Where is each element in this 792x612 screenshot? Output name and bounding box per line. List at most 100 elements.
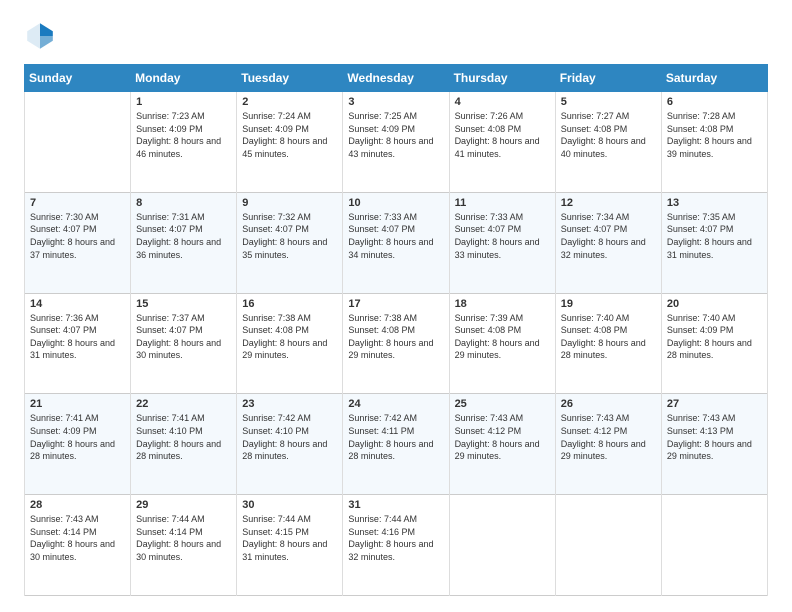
day-number: 26: [561, 398, 656, 410]
day-cell: 7 Sunrise: 7:30 AMSunset: 4:07 PMDaylight…: [25, 192, 131, 293]
week-row-5: 28 Sunrise: 7:43 AMSunset: 4:14 PMDayligh…: [25, 495, 768, 596]
day-info: Sunrise: 7:37 AMSunset: 4:07 PMDaylight:…: [136, 312, 231, 362]
day-number: 15: [136, 298, 231, 310]
day-info: Sunrise: 7:35 AMSunset: 4:07 PMDaylight:…: [667, 211, 762, 261]
day-info: Sunrise: 7:33 AMSunset: 4:07 PMDaylight:…: [348, 211, 443, 261]
day-info: Sunrise: 7:28 AMSunset: 4:08 PMDaylight:…: [667, 110, 762, 160]
logo-icon: [24, 20, 56, 52]
day-number: 5: [561, 96, 656, 108]
page: Sunday Monday Tuesday Wednesday Thursday…: [0, 0, 792, 612]
day-number: 10: [348, 197, 443, 209]
day-info: Sunrise: 7:40 AMSunset: 4:08 PMDaylight:…: [561, 312, 656, 362]
day-cell: 25 Sunrise: 7:43 AMSunset: 4:12 PMDayligh…: [449, 394, 555, 495]
day-info: Sunrise: 7:36 AMSunset: 4:07 PMDaylight:…: [30, 312, 125, 362]
day-number: 19: [561, 298, 656, 310]
day-cell: 4 Sunrise: 7:26 AMSunset: 4:08 PMDaylight…: [449, 92, 555, 193]
day-cell: [25, 92, 131, 193]
day-cell: 11Sunrise: 7:33 AMSunset: 4:07 PMDayligh…: [449, 192, 555, 293]
day-number: 2: [242, 96, 337, 108]
day-cell: 6 Sunrise: 7:28 AMSunset: 4:08 PMDaylight…: [661, 92, 767, 193]
header: [24, 20, 768, 52]
header-wednesday: Wednesday: [343, 65, 449, 92]
day-number: 14: [30, 298, 125, 310]
day-info: Sunrise: 7:43 AMSunset: 4:12 PMDaylight:…: [455, 412, 550, 462]
day-info: Sunrise: 7:43 AMSunset: 4:12 PMDaylight:…: [561, 412, 656, 462]
day-info: Sunrise: 7:32 AMSunset: 4:07 PMDaylight:…: [242, 211, 337, 261]
day-info: Sunrise: 7:38 AMSunset: 4:08 PMDaylight:…: [348, 312, 443, 362]
day-number: 7: [30, 197, 125, 209]
logo: [24, 20, 60, 52]
day-cell: [661, 495, 767, 596]
day-number: 17: [348, 298, 443, 310]
day-cell: 1Sunrise: 7:23 AMSunset: 4:09 PMDaylight…: [131, 92, 237, 193]
header-saturday: Saturday: [661, 65, 767, 92]
header-sunday: Sunday: [25, 65, 131, 92]
day-cell: 5 Sunrise: 7:27 AMSunset: 4:08 PMDaylight…: [555, 92, 661, 193]
calendar-table: Sunday Monday Tuesday Wednesday Thursday…: [24, 64, 768, 596]
day-info: Sunrise: 7:25 AMSunset: 4:09 PMDaylight:…: [348, 110, 443, 160]
day-number: 8: [136, 197, 231, 209]
day-cell: 18Sunrise: 7:39 AMSunset: 4:08 PMDayligh…: [449, 293, 555, 394]
day-cell: 27 Sunrise: 7:43 AMSunset: 4:13 PMDayligh…: [661, 394, 767, 495]
day-cell: 8 Sunrise: 7:31 AMSunset: 4:07 PMDaylight…: [131, 192, 237, 293]
day-number: 18: [455, 298, 550, 310]
header-thursday: Thursday: [449, 65, 555, 92]
day-cell: 16 Sunrise: 7:38 AMSunset: 4:08 PMDayligh…: [237, 293, 343, 394]
day-number: 16: [242, 298, 337, 310]
day-cell: 26 Sunrise: 7:43 AMSunset: 4:12 PMDayligh…: [555, 394, 661, 495]
day-cell: 24 Sunrise: 7:42 AMSunset: 4:11 PMDayligh…: [343, 394, 449, 495]
week-row-3: 14 Sunrise: 7:36 AMSunset: 4:07 PMDayligh…: [25, 293, 768, 394]
day-number: 13: [667, 197, 762, 209]
day-number: 31: [348, 499, 443, 511]
day-cell: 9 Sunrise: 7:32 AMSunset: 4:07 PMDaylight…: [237, 192, 343, 293]
day-info: Sunrise: 7:40 AMSunset: 4:09 PMDaylight:…: [667, 312, 762, 362]
day-cell: 31 Sunrise: 7:44 AMSunset: 4:16 PMDayligh…: [343, 495, 449, 596]
day-cell: 22 Sunrise: 7:41 AMSunset: 4:10 PMDayligh…: [131, 394, 237, 495]
day-info: Sunrise: 7:24 AMSunset: 4:09 PMDaylight:…: [242, 110, 337, 160]
day-number: 21: [30, 398, 125, 410]
day-number: 22: [136, 398, 231, 410]
day-info: Sunrise: 7:44 AMSunset: 4:16 PMDaylight:…: [348, 513, 443, 563]
day-cell: 14 Sunrise: 7:36 AMSunset: 4:07 PMDayligh…: [25, 293, 131, 394]
day-number: 9: [242, 197, 337, 209]
day-number: 29: [136, 499, 231, 511]
day-cell: 3 Sunrise: 7:25 AMSunset: 4:09 PMDaylight…: [343, 92, 449, 193]
week-row-1: 1Sunrise: 7:23 AMSunset: 4:09 PMDaylight…: [25, 92, 768, 193]
week-row-2: 7 Sunrise: 7:30 AMSunset: 4:07 PMDaylight…: [25, 192, 768, 293]
day-number: 28: [30, 499, 125, 511]
day-cell: 23Sunrise: 7:42 AMSunset: 4:10 PMDayligh…: [237, 394, 343, 495]
day-number: 6: [667, 96, 762, 108]
day-info: Sunrise: 7:33 AMSunset: 4:07 PMDaylight:…: [455, 211, 550, 261]
day-number: 1: [136, 96, 231, 108]
header-monday: Monday: [131, 65, 237, 92]
day-cell: 21 Sunrise: 7:41 AMSunset: 4:09 PMDayligh…: [25, 394, 131, 495]
day-number: 24: [348, 398, 443, 410]
day-info: Sunrise: 7:43 AMSunset: 4:14 PMDaylight:…: [30, 513, 125, 563]
header-friday: Friday: [555, 65, 661, 92]
header-tuesday: Tuesday: [237, 65, 343, 92]
day-cell: 17 Sunrise: 7:38 AMSunset: 4:08 PMDayligh…: [343, 293, 449, 394]
day-info: Sunrise: 7:26 AMSunset: 4:08 PMDaylight:…: [455, 110, 550, 160]
day-info: Sunrise: 7:30 AMSunset: 4:07 PMDaylight:…: [30, 211, 125, 261]
day-number: 3: [348, 96, 443, 108]
day-info: Sunrise: 7:41 AMSunset: 4:10 PMDaylight:…: [136, 412, 231, 462]
day-cell: 12Sunrise: 7:34 AMSunset: 4:07 PMDayligh…: [555, 192, 661, 293]
day-cell: 30Sunrise: 7:44 AMSunset: 4:15 PMDayligh…: [237, 495, 343, 596]
day-number: 23: [242, 398, 337, 410]
day-number: 27: [667, 398, 762, 410]
day-info: Sunrise: 7:43 AMSunset: 4:13 PMDaylight:…: [667, 412, 762, 462]
day-info: Sunrise: 7:41 AMSunset: 4:09 PMDaylight:…: [30, 412, 125, 462]
day-cell: 15 Sunrise: 7:37 AMSunset: 4:07 PMDayligh…: [131, 293, 237, 394]
day-number: 4: [455, 96, 550, 108]
day-info: Sunrise: 7:31 AMSunset: 4:07 PMDaylight:…: [136, 211, 231, 261]
day-info: Sunrise: 7:38 AMSunset: 4:08 PMDaylight:…: [242, 312, 337, 362]
day-info: Sunrise: 7:42 AMSunset: 4:11 PMDaylight:…: [348, 412, 443, 462]
day-cell: 29Sunrise: 7:44 AMSunset: 4:14 PMDayligh…: [131, 495, 237, 596]
day-number: 25: [455, 398, 550, 410]
day-info: Sunrise: 7:27 AMSunset: 4:08 PMDaylight:…: [561, 110, 656, 160]
day-number: 12: [561, 197, 656, 209]
day-number: 20: [667, 298, 762, 310]
day-cell: 2 Sunrise: 7:24 AMSunset: 4:09 PMDaylight…: [237, 92, 343, 193]
week-row-4: 21 Sunrise: 7:41 AMSunset: 4:09 PMDayligh…: [25, 394, 768, 495]
day-number: 30: [242, 499, 337, 511]
